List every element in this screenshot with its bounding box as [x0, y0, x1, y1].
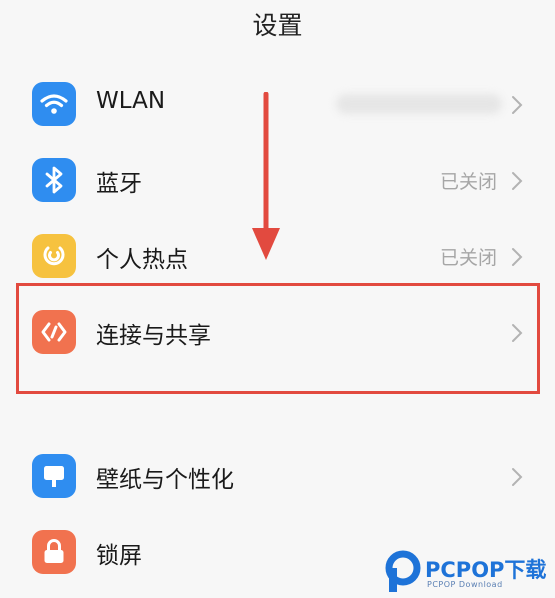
wifi-icon [32, 82, 76, 126]
page-title: 设置 [252, 11, 303, 40]
chevron-right-icon [512, 248, 523, 266]
watermark-subtitle: PCPOP Download [427, 580, 503, 589]
hotspot-status: 已关闭 [439, 247, 497, 269]
pcpop-logo-icon [385, 550, 421, 592]
bluetooth-icon [32, 158, 76, 202]
bluetooth-status: 已关闭 [439, 171, 497, 193]
wlan-label: WLAN [96, 88, 166, 114]
lockscreen-label: 锁屏 [96, 543, 142, 569]
chevron-right-icon [512, 96, 523, 114]
bluetooth-label: 蓝牙 [96, 171, 142, 197]
chevron-right-icon [512, 468, 523, 486]
watermark: PCPOP下载 PCPOP Download [383, 550, 555, 598]
settings-row-wallpaper[interactable]: 壁纸与个性化 [0, 444, 555, 508]
wallpaper-icon [32, 454, 76, 498]
wlan-network-name-blurred [336, 94, 502, 114]
hotspot-icon [32, 234, 76, 278]
lock-icon [32, 530, 76, 574]
chevron-right-icon [512, 172, 523, 190]
hotspot-label: 个人热点 [96, 247, 188, 273]
arrow-down-icon [252, 92, 280, 260]
highlight-box [16, 283, 540, 394]
wallpaper-label: 壁纸与个性化 [96, 467, 234, 493]
